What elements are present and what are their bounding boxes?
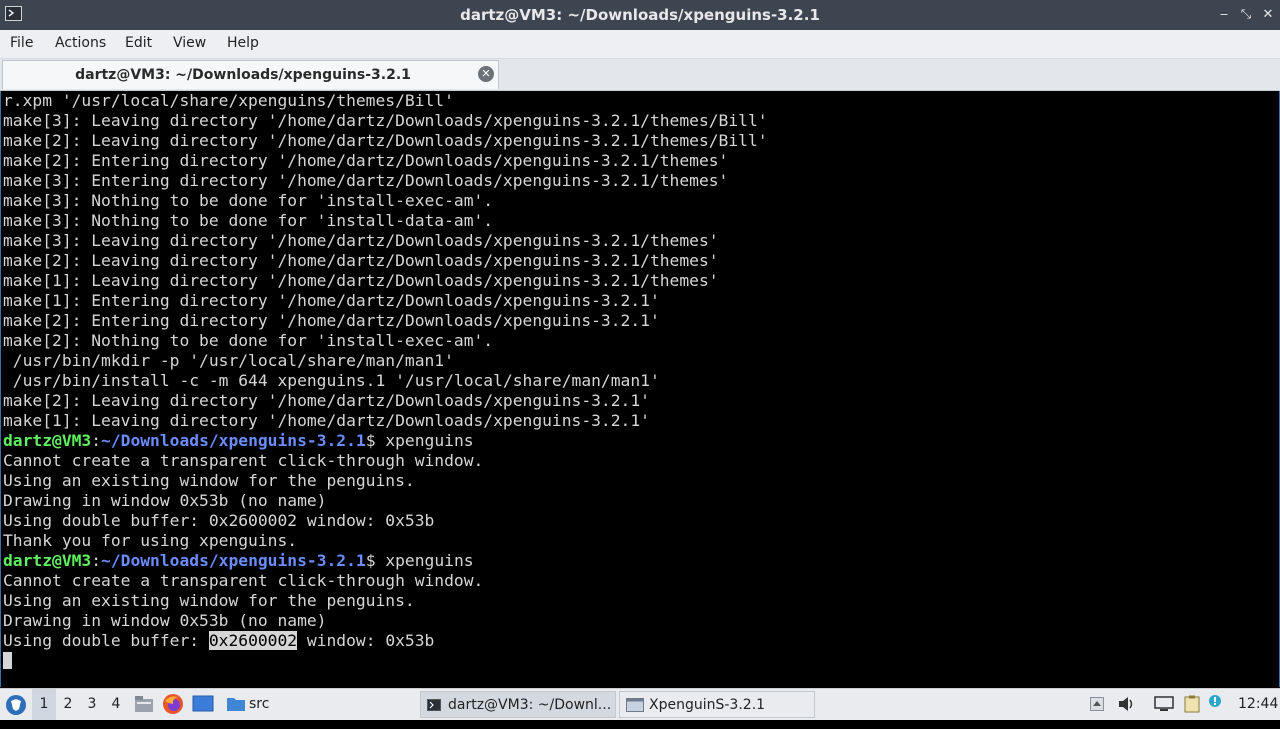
terminal-line: make[2]: Leaving directory '/home/dartz/… [3, 251, 719, 270]
tab-label: dartz@VM3: ~/Downloads/xpenguins-3.2.1 [75, 67, 411, 83]
terminal-line: make[2]: Entering directory '/home/dartz… [3, 151, 729, 170]
firefox-icon[interactable] [162, 689, 186, 720]
file-manager-icon[interactable] [134, 689, 156, 720]
task-terminal-label: dartz@VM3: ~/Downl... [448, 697, 612, 713]
terminal-line: Using an existing window for the penguin… [3, 591, 415, 610]
terminal-line: Thank you for using xpenguins. [3, 531, 298, 550]
menubar: File Actions Edit View Help [0, 30, 1280, 59]
terminal-line: make[2]: Leaving directory '/home/dartz/… [3, 391, 650, 410]
minimize-button[interactable]: ‒ [1216, 7, 1232, 23]
terminal-line: make[1]: Leaving directory '/home/dartz/… [3, 271, 719, 290]
prompt-colon: : [91, 551, 102, 570]
terminal-output[interactable]: r.xpm '/usr/local/share/xpenguins/themes… [0, 91, 1280, 687]
tab-close-icon[interactable]: ✕ [478, 66, 494, 82]
command-text: xpenguins [385, 551, 474, 570]
tray-up-arrow-icon[interactable] [1090, 689, 1110, 720]
terminal-line: make[3]: Nothing to be done for 'install… [3, 191, 494, 210]
terminal-line: /usr/bin/install -c -m 644 xpenguins.1 '… [3, 371, 660, 390]
terminal-text: r.xpm '/usr/local/share/xpenguins/themes… [1, 91, 1279, 671]
command-text: xpenguins [385, 431, 474, 450]
clock[interactable]: 12:44 [1238, 689, 1278, 720]
window-title: dartz@VM3: ~/Downloads/xpenguins-3.2.1 [460, 6, 820, 24]
prompt-dollar: $ [365, 551, 386, 570]
start-menu-icon[interactable] [4, 689, 30, 720]
folder-shortcut-src[interactable]: src [224, 689, 284, 720]
last-line-suffix: window: 0x53b [297, 631, 435, 650]
text-cursor [3, 652, 12, 669]
terminal-line: make[3]: Nothing to be done for 'install… [3, 211, 494, 230]
terminal-line: Drawing in window 0x53b (no name) [3, 491, 327, 510]
terminal-tab[interactable]: dartz@VM3: ~/Downloads/xpenguins-3.2.1 ✕ [2, 60, 499, 89]
workspace-4[interactable]: 4 [104, 689, 128, 720]
volume-icon[interactable] [1118, 689, 1138, 720]
terminal-line: make[3]: Entering directory '/home/dartz… [3, 171, 729, 190]
clipboard-icon[interactable] [1184, 689, 1204, 720]
menu-file[interactable]: File [10, 35, 33, 51]
terminal-line: make[3]: Leaving directory '/home/dartz/… [3, 231, 719, 250]
terminal-line: make[2]: Nothing to be done for 'install… [3, 331, 494, 350]
task-xpenguins[interactable]: XpenguinS-3.2.1 [619, 691, 815, 718]
terminal-line: Cannot create a transparent click-throug… [3, 451, 484, 470]
terminal-line: Using double buffer: 0x2600002 window: 0… [3, 511, 435, 530]
tab-bar: dartz@VM3: ~/Downloads/xpenguins-3.2.1 ✕ [0, 59, 1280, 91]
terminal-line: make[2]: Leaving directory '/home/dartz/… [3, 131, 768, 150]
network-icon[interactable] [1154, 689, 1176, 720]
task-terminal[interactable]: dartz@VM3: ~/Downl... [420, 691, 616, 718]
maximize-button[interactable]: ⤡ [1238, 7, 1254, 23]
window-titlebar[interactable]: dartz@VM3: ~/Downloads/xpenguins-3.2.1 ‒… [0, 0, 1280, 30]
workspace-1[interactable]: 1 [32, 689, 56, 720]
menu-help[interactable]: Help [227, 35, 259, 51]
taskbar: 1 2 3 4 src dartz@VM3: ~/Downl... Xpengu… [0, 688, 1280, 720]
workspace-2[interactable]: 2 [56, 689, 80, 720]
folder-label: src [249, 696, 270, 712]
prompt-colon: : [91, 431, 102, 450]
terminal-line: make[3]: Leaving directory '/home/dartz/… [3, 111, 768, 130]
prompt-user: dartz@VM3 [3, 431, 92, 450]
menu-edit[interactable]: Edit [125, 35, 152, 51]
task-xpenguins-label: XpenguinS-3.2.1 [649, 697, 766, 713]
terminal-line: /usr/bin/mkdir -p '/usr/local/share/man/… [3, 351, 454, 370]
workspace-3[interactable]: 3 [80, 689, 104, 720]
terminal-line: r.xpm '/usr/local/share/xpenguins/themes… [3, 91, 454, 110]
prompt-path: ~/Downloads/xpenguins-3.2.1 [101, 551, 366, 570]
selected-text[interactable]: 0x2600002 [208, 631, 298, 650]
prompt-dollar: $ [365, 431, 386, 450]
show-desktop-icon[interactable] [192, 689, 216, 720]
close-button[interactable]: ✕ [1260, 7, 1276, 23]
terminal-line: make[2]: Entering directory '/home/dartz… [3, 311, 660, 330]
update-notifier-icon[interactable] [1208, 689, 1226, 720]
prompt-user: dartz@VM3 [3, 551, 92, 570]
terminal-line: Cannot create a transparent click-throug… [3, 571, 484, 590]
last-line-prefix: Using double buffer: [3, 631, 209, 650]
terminal-line: make[1]: Leaving directory '/home/dartz/… [3, 411, 650, 430]
menu-actions[interactable]: Actions [55, 35, 106, 51]
terminal-line: make[1]: Entering directory '/home/dartz… [3, 291, 660, 310]
menu-view[interactable]: View [173, 35, 206, 51]
terminal-line: Drawing in window 0x53b (no name) [3, 611, 327, 630]
terminal-line: Using an existing window for the penguin… [3, 471, 415, 490]
prompt-path: ~/Downloads/xpenguins-3.2.1 [101, 431, 366, 450]
